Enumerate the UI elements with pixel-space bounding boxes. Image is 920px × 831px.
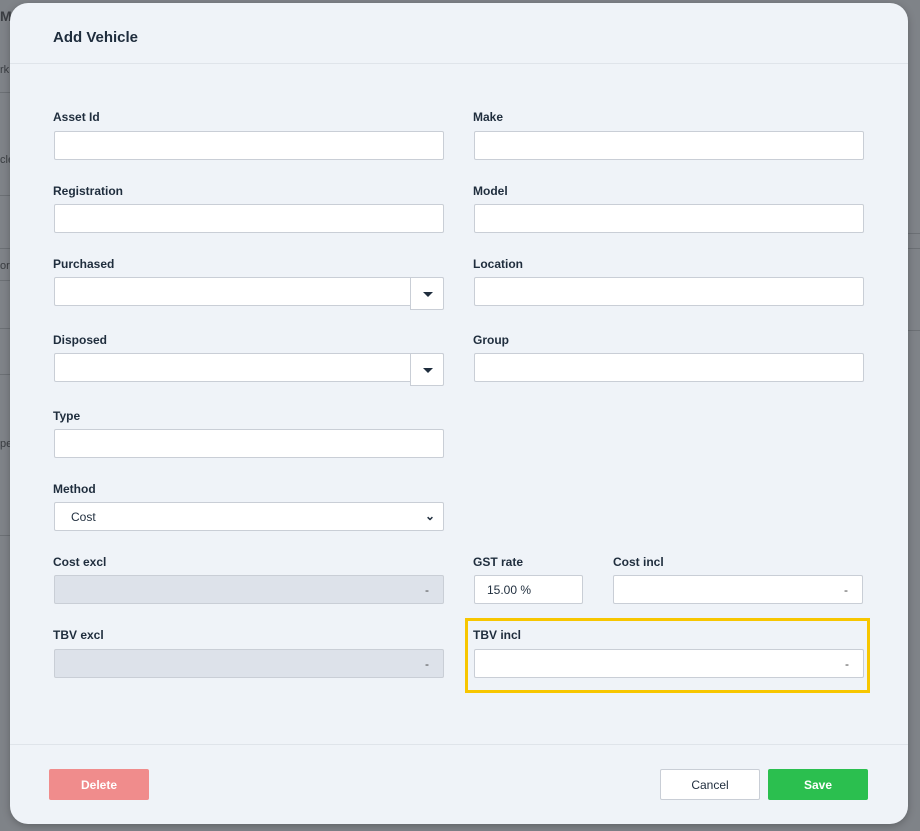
disposed-dropdown-button[interactable]	[410, 353, 444, 386]
tbv-excl-field: -	[54, 649, 444, 678]
group-label: Group	[473, 333, 509, 347]
modal-title: Add Vehicle	[53, 29, 139, 46]
cost-incl-value: -	[844, 583, 848, 597]
method-select[interactable]: Cost ⌄	[54, 502, 444, 531]
model-input[interactable]	[474, 204, 864, 233]
model-label: Model	[473, 184, 508, 198]
cost-excl-field: -	[54, 575, 444, 604]
location-label: Location	[473, 257, 523, 271]
tbv-excl-value: -	[425, 657, 429, 671]
save-button[interactable]: Save	[768, 769, 868, 800]
background-divider	[908, 233, 920, 234]
cancel-button[interactable]: Cancel	[660, 769, 760, 800]
registration-input[interactable]	[54, 204, 444, 233]
group-input[interactable]	[474, 353, 864, 382]
cost-excl-value: -	[425, 583, 429, 597]
background-divider	[908, 330, 920, 331]
make-input[interactable]	[474, 131, 864, 160]
disposed-date-input[interactable]	[54, 353, 444, 386]
asset-id-label: Asset Id	[53, 110, 100, 124]
delete-button[interactable]: Delete	[49, 769, 149, 800]
chevron-down-icon: ⌄	[424, 509, 435, 523]
method-label: Method	[53, 482, 96, 496]
background-divider	[908, 248, 920, 249]
gst-rate-value: 15.00 %	[487, 583, 532, 597]
disposed-label: Disposed	[53, 333, 108, 347]
asset-id-input[interactable]	[54, 131, 444, 160]
tbv-excl-label: TBV excl	[53, 628, 104, 642]
caret-down-icon	[423, 368, 433, 373]
cost-incl-input[interactable]: -	[613, 575, 863, 604]
purchased-date-input[interactable]	[54, 277, 444, 310]
registration-label: Registration	[53, 184, 124, 198]
purchased-label: Purchased	[53, 257, 115, 271]
footer-divider	[10, 744, 908, 745]
background-text-fragment: or	[0, 260, 10, 272]
purchased-dropdown-button[interactable]	[410, 277, 444, 310]
background-text-fragment: rk	[0, 64, 10, 76]
location-input[interactable]	[474, 277, 864, 306]
caret-down-icon	[423, 292, 433, 297]
method-selected-value: Cost	[71, 510, 96, 524]
highlight-box	[465, 618, 870, 693]
gst-rate-input[interactable]: 15.00 %	[474, 575, 583, 604]
add-vehicle-modal: Add Vehicle Asset Id Make Registration M…	[10, 3, 908, 824]
header-divider	[10, 63, 908, 64]
make-label: Make	[473, 110, 504, 124]
type-label: Type	[53, 409, 81, 423]
cost-incl-label: Cost incl	[613, 555, 664, 569]
cost-excl-label: Cost excl	[53, 555, 107, 569]
type-input[interactable]	[54, 429, 444, 458]
gst-rate-label: GST rate	[473, 555, 524, 569]
